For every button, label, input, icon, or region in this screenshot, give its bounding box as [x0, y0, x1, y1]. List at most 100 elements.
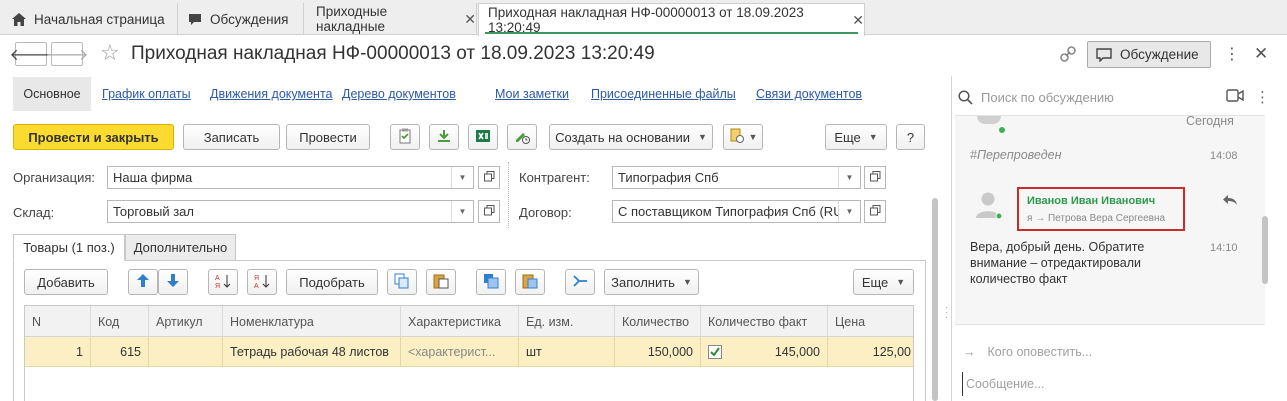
download-button[interactable]	[429, 124, 459, 150]
column-header-unit[interactable]: Ед. изм.	[519, 306, 615, 337]
paste-button[interactable]	[426, 269, 456, 295]
sort-asc-button[interactable]: АЯ	[208, 269, 238, 295]
attachments-menu-button[interactable]: ▼	[723, 124, 763, 150]
more-vertical-icon[interactable]: ⋮	[1224, 44, 1240, 64]
close-icon[interactable]: ✕	[852, 12, 864, 29]
post-button[interactable]: Провести	[286, 124, 370, 150]
message-input[interactable]	[962, 372, 1262, 396]
add-row-button[interactable]: Добавить	[24, 269, 108, 295]
notify-field[interactable]: → Кого оповестить...	[963, 345, 1092, 359]
nav-main[interactable]: Основное	[13, 77, 91, 111]
open-window-icon	[483, 170, 495, 185]
link-icon[interactable]	[1058, 44, 1080, 64]
cell-unit[interactable]: шт	[519, 337, 615, 367]
column-header-n[interactable]: N	[25, 306, 91, 337]
warehouse-field[interactable]: Торговый зал ▼	[107, 200, 474, 223]
nav-attached-files[interactable]: Присоединенные файлы	[591, 87, 736, 101]
column-header-item[interactable]: Номенклатура	[223, 306, 401, 337]
open-contract-button[interactable]	[864, 200, 886, 223]
open-counterparty-button[interactable]	[864, 166, 886, 189]
organization-field[interactable]: Наша фирма ▼	[107, 166, 474, 189]
nav-my-notes[interactable]: Мои заметки	[495, 87, 569, 101]
open-organization-button[interactable]	[478, 166, 500, 189]
tab-home[interactable]: Начальная страница	[0, 3, 178, 35]
help-button[interactable]: ?	[896, 124, 925, 150]
back-button[interactable]: 🡐	[10, 42, 52, 66]
tab-receipt-document[interactable]: Приходная накладная НФ-00000013 от 18.09…	[478, 3, 865, 36]
reply-icon[interactable]	[1222, 194, 1238, 209]
counterparty-field[interactable]: Типография Спб ▼	[612, 166, 861, 189]
cell-price[interactable]: 125,00	[828, 337, 913, 367]
discussion-search[interactable]: Поиск по обсуждению	[958, 84, 1248, 110]
warehouse-label: Склад:	[13, 205, 55, 220]
favorite-star-icon[interactable]: ☆	[100, 41, 120, 65]
cell-quantity-fact[interactable]: 145,000	[701, 337, 828, 367]
print-report-button[interactable]	[390, 124, 420, 150]
checklist-icon	[397, 128, 413, 147]
paste-rows-button[interactable]	[515, 269, 545, 295]
copy-button[interactable]	[387, 269, 417, 295]
open-warehouse-button[interactable]	[478, 200, 500, 223]
post-and-close-button[interactable]: Провести и закрыть	[13, 124, 174, 150]
goods-more-button[interactable]: Еще ▼	[853, 269, 914, 295]
edit-button[interactable]	[507, 124, 537, 150]
checkbox-checked-icon[interactable]	[708, 345, 722, 359]
nav-document-links[interactable]: Связи документов	[756, 87, 862, 101]
nav-document-tree[interactable]: Дерево документов	[342, 87, 456, 101]
column-header-quantity-fact[interactable]: Количество факт	[701, 306, 828, 337]
copy-rows-button[interactable]	[476, 269, 506, 295]
close-icon[interactable]: ✕	[464, 11, 476, 28]
column-header-characteristic[interactable]: Характеристика	[401, 306, 519, 337]
table-header: N Код Артикул Номенклатура Характеристик…	[25, 306, 913, 337]
column-header-article[interactable]: Артикул	[149, 306, 223, 337]
cell-code[interactable]: 615	[91, 337, 149, 367]
form-scrollbar[interactable]	[929, 180, 941, 401]
tab-goods[interactable]: Товары (1 поз.)	[13, 234, 125, 261]
cell-article[interactable]	[149, 337, 223, 367]
message-time: 14:08	[1210, 150, 1238, 162]
forward-button[interactable]: 🡒	[46, 42, 88, 66]
panel-splitter-handle[interactable]: · · ·	[945, 303, 948, 323]
pick-items-button[interactable]: Подобрать	[286, 269, 378, 295]
column-header-code[interactable]: Код	[91, 306, 149, 337]
cell-n[interactable]: 1	[25, 337, 91, 367]
split-button[interactable]	[565, 269, 595, 295]
move-up-button[interactable]	[128, 269, 158, 295]
column-header-quantity[interactable]: Количество	[615, 306, 701, 337]
cell-quantity[interactable]: 150,000	[615, 337, 701, 367]
export-excel-button[interactable]	[468, 124, 498, 150]
move-down-button[interactable]	[158, 269, 188, 295]
nav-document-movements[interactable]: Движения документа	[210, 87, 332, 101]
discussion-button[interactable]: Обсуждение	[1087, 41, 1211, 68]
sort-desc-button[interactable]: ЯА	[247, 269, 277, 295]
close-icon[interactable]: ✕	[1254, 44, 1268, 64]
chevron-down-icon[interactable]: ▼	[451, 167, 473, 188]
tab-discussions[interactable]: Обсуждения	[178, 3, 304, 35]
scrollbar-thumb[interactable]	[932, 198, 938, 401]
contract-field[interactable]: С поставщиком Типография Спб (RUB ▼	[612, 200, 861, 223]
more-button[interactable]: Еще ▼	[825, 124, 887, 150]
cell-item[interactable]: Тетрадь рабочая 48 листов	[223, 337, 401, 367]
create-based-on-button[interactable]: Создать на основании ▼	[549, 124, 713, 150]
tab-additional[interactable]: Дополнительно	[125, 234, 236, 261]
chat-scrollbar[interactable]	[1262, 126, 1268, 324]
cell-characteristic[interactable]: <характерист...	[401, 337, 519, 367]
chevron-down-icon[interactable]: ▼	[451, 201, 473, 222]
scrollbar-thumb[interactable]	[1262, 216, 1268, 284]
tab-receipts-list[interactable]: Приходные накладные ✕	[304, 3, 477, 35]
chevron-down-icon: ▼	[868, 132, 878, 142]
video-call-icon[interactable]	[1226, 89, 1244, 105]
svg-text:Я: Я	[215, 283, 220, 289]
goods-more-label: Еще	[861, 274, 889, 290]
save-button[interactable]: Записать	[183, 124, 280, 150]
arrow-right-icon: →	[963, 345, 976, 359]
more-vertical-icon[interactable]: ⋮	[1255, 88, 1270, 106]
chevron-down-icon[interactable]: ▼	[838, 167, 860, 188]
nav-payment-schedule[interactable]: График оплаты	[102, 87, 191, 101]
fill-button[interactable]: Заполнить ▼	[604, 269, 699, 295]
chevron-down-icon[interactable]: ▼	[838, 201, 860, 222]
table-row[interactable]: 1 615 Тетрадь рабочая 48 листов <характе…	[25, 337, 913, 367]
chevron-down-icon: ▼	[896, 277, 906, 287]
message-sender[interactable]: Иванов Иван Иванович	[1027, 195, 1183, 207]
column-header-price[interactable]: Цена	[828, 306, 913, 337]
